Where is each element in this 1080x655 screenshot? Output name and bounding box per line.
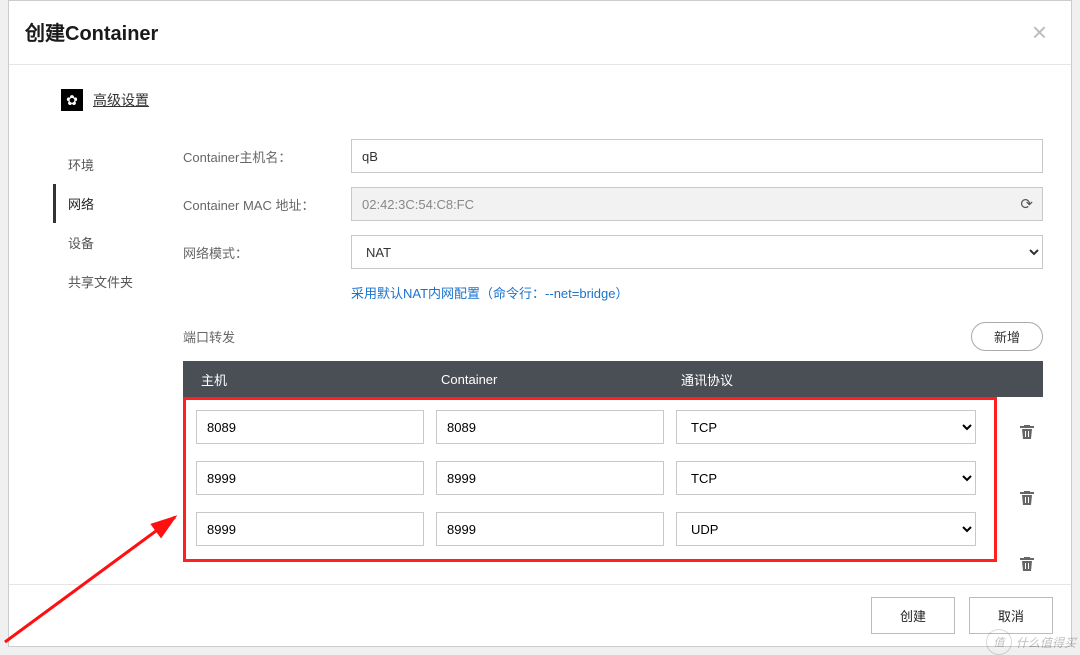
container-port-input[interactable]	[436, 461, 664, 495]
watermark: 值什么值得买	[986, 629, 1076, 655]
advanced-settings-row: ✿ 高级设置	[61, 89, 1043, 111]
menu-item-device[interactable]: 设备	[53, 223, 183, 262]
protocol-select[interactable]: TCP	[676, 461, 976, 495]
container-port-input[interactable]	[436, 512, 664, 546]
mac-label: Container MAC 地址：	[183, 195, 333, 214]
protocol-select[interactable]: TCP	[676, 410, 976, 444]
netmode-select[interactable]: NAT	[351, 235, 1043, 269]
modal-footer: 创建 取消	[9, 584, 1071, 646]
th-protocol: 通讯协议	[669, 370, 1037, 389]
table-row: TCP	[190, 402, 990, 453]
table-row: TCP TCP UDP	[183, 397, 1043, 584]
host-port-input[interactable]	[196, 410, 424, 444]
th-container: Container	[429, 372, 669, 387]
modal-header: 创建Container ×	[9, 1, 1071, 65]
table-row: UDP	[190, 504, 990, 555]
netmode-label: 网络模式：	[183, 243, 333, 262]
trash-icon[interactable]	[1011, 539, 1043, 584]
host-port-input[interactable]	[196, 461, 424, 495]
gear-icon: ✿	[61, 89, 83, 111]
protocol-select[interactable]: UDP	[676, 512, 976, 546]
create-container-modal: 创建Container × ✿ 高级设置 环境 网络 设备 共享文件夹	[8, 0, 1072, 647]
table-row: TCP	[190, 453, 990, 504]
scroll-area[interactable]: ✿ 高级设置 环境 网络 设备 共享文件夹 Container主机名：	[9, 65, 1071, 584]
mac-input[interactable]	[351, 187, 1043, 221]
side-menu: 环境 网络 设备 共享文件夹	[53, 135, 183, 584]
netmode-hint: 采用默认NAT内网配置（命令行：--net=bridge）	[351, 283, 1043, 302]
hostname-input[interactable]	[351, 139, 1043, 173]
container-port-input[interactable]	[436, 410, 664, 444]
advanced-settings-link[interactable]: 高级设置	[93, 90, 149, 110]
refresh-icon[interactable]: ⟳	[1020, 195, 1033, 213]
port-forward-label: 端口转发	[183, 327, 235, 346]
table-head: 主机 Container 通讯协议	[183, 361, 1043, 397]
close-icon[interactable]: ×	[1032, 19, 1047, 45]
trash-icon[interactable]	[1011, 473, 1043, 523]
th-host: 主机	[189, 370, 429, 389]
create-button[interactable]: 创建	[871, 597, 955, 634]
form-area: Container主机名： Container MAC 地址： ⟳ 网络模式：	[183, 135, 1043, 584]
menu-item-network[interactable]: 网络	[53, 184, 183, 223]
modal-body: ✿ 高级设置 环境 网络 设备 共享文件夹 Container主机名：	[9, 65, 1071, 646]
menu-item-shared-folder[interactable]: 共享文件夹	[53, 262, 183, 301]
modal-title: 创建Container	[25, 17, 158, 46]
host-port-input[interactable]	[196, 512, 424, 546]
trash-icon[interactable]	[1011, 407, 1043, 457]
hostname-label: Container主机名：	[183, 147, 333, 166]
menu-item-env[interactable]: 环境	[53, 145, 183, 184]
port-table: 主机 Container 通讯协议 TCP TCP UDP	[183, 361, 1043, 584]
add-port-button[interactable]: 新增	[971, 322, 1043, 351]
port-rows-highlight: TCP TCP UDP	[183, 397, 997, 562]
